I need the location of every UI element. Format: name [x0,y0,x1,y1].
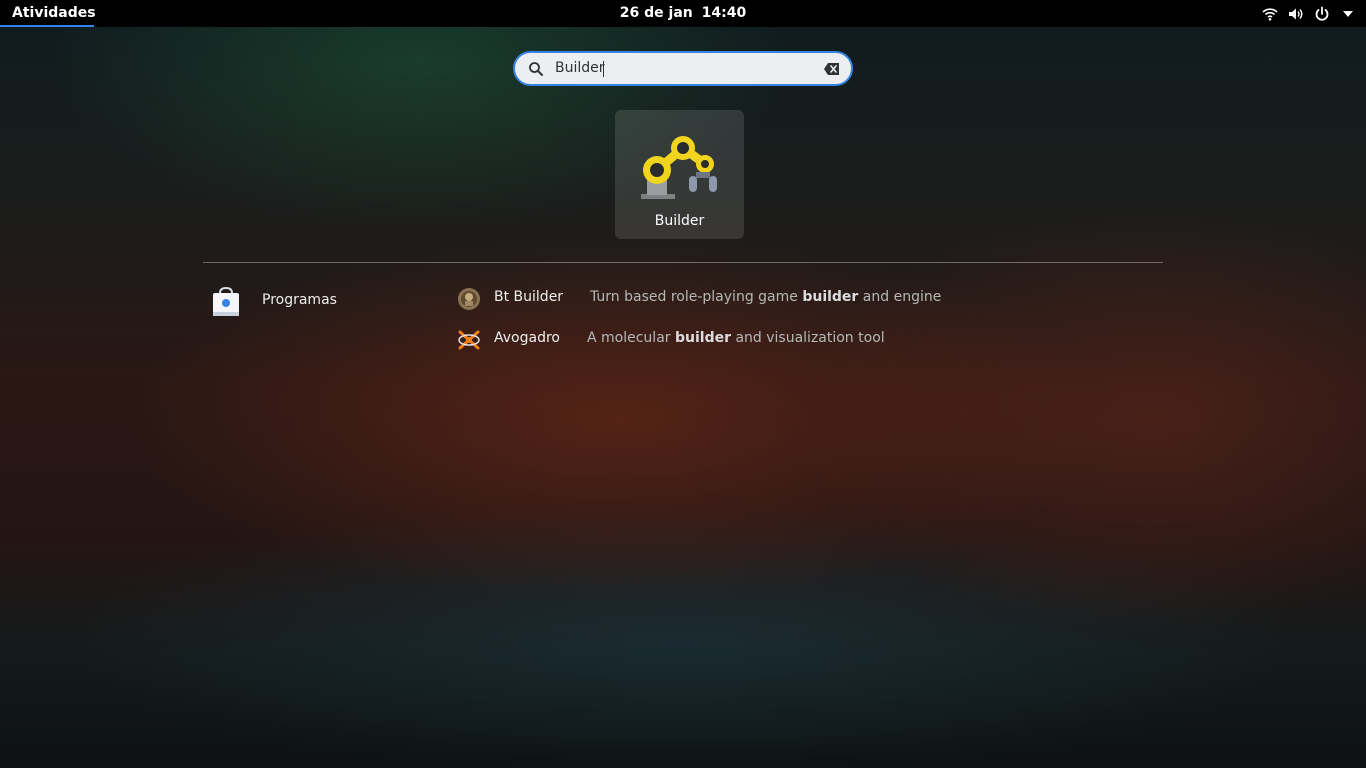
software-store-icon [212,286,240,317]
builder-app-label: Builder [654,213,705,229]
builder-app-icon [639,128,721,206]
clock[interactable]: 26 de jan 14:40 [0,0,1366,27]
avogadro-icon [457,328,481,352]
system-status-area[interactable] [1262,0,1356,27]
clear-icon[interactable] [823,61,841,77]
result-name: Avogadro [494,330,560,346]
bt-builder-icon [457,287,481,311]
desc-text: A molecular [587,330,675,346]
result-description: A molecular builder and visualization to… [587,330,885,346]
desc-text: and engine [858,289,942,305]
search-input[interactable] [555,53,805,84]
wifi-icon[interactable] [1262,6,1278,22]
clock-time: 14:40 [701,5,747,21]
text-cursor [603,61,604,77]
power-icon[interactable] [1314,6,1330,22]
result-name: Bt Builder [494,289,564,305]
top-bar: Atividades 26 de jan 14:40 [0,0,1366,27]
search-entry[interactable] [513,51,853,86]
clock-date: 26 de jan [619,5,693,21]
result-description: Turn based role-playing game builder and… [590,289,941,305]
provider-label: Programas [262,292,337,308]
results-separator [203,262,1163,263]
menu-arrow-icon[interactable] [1340,6,1356,22]
desc-text: Turn based role-playing game [590,289,803,305]
search-icon [528,61,544,77]
desc-match: builder [674,330,731,346]
builder-app-result[interactable]: Builder [615,110,744,239]
volume-icon[interactable] [1288,6,1304,22]
desc-match: builder [802,289,859,305]
desc-text: and visualization tool [731,330,885,346]
